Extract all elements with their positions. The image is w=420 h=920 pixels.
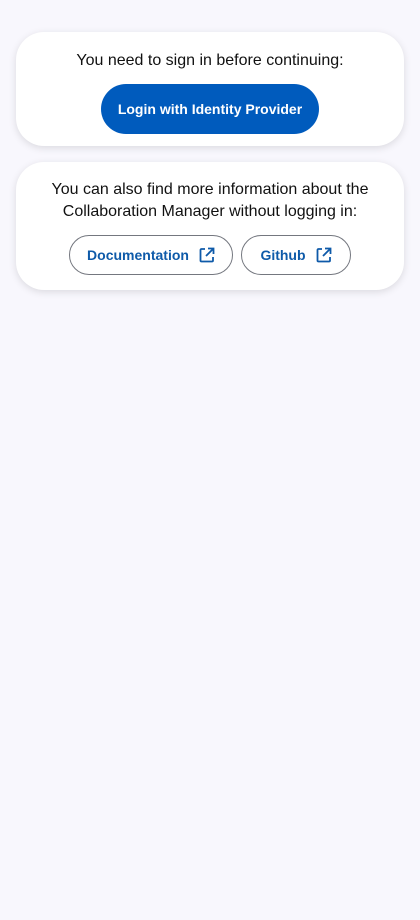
more-info-text-line1: You can also find more information about… (51, 181, 369, 198)
documentation-button-label: Documentation (87, 247, 189, 263)
login-button[interactable]: Login with Identity Provider (101, 84, 319, 134)
external-link-icon (316, 247, 332, 263)
more-info-card: You can also find more information about… (16, 162, 404, 290)
sign-in-card: You need to sign in before continuing: L… (16, 32, 404, 146)
more-info-text-line2: Collaboration Manager without logging in… (62, 203, 358, 220)
link-row: Documentation Github (16, 235, 404, 275)
github-button-label: Github (260, 247, 306, 263)
more-info-text: You can also find more information about… (16, 179, 404, 223)
documentation-button[interactable]: Documentation (69, 235, 233, 275)
sign-in-prompt: You need to sign in before continuing: (76, 52, 344, 69)
github-button[interactable]: Github (241, 235, 351, 275)
page: You need to sign in before continuing: L… (0, 0, 420, 920)
external-link-icon (199, 247, 215, 263)
